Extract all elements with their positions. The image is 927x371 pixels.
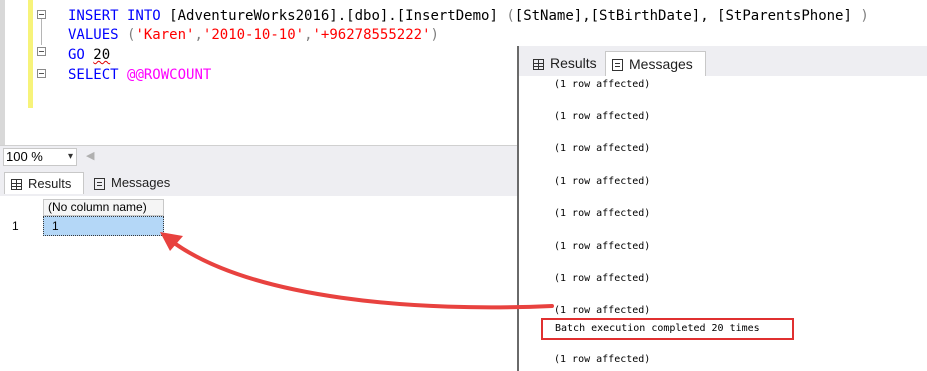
keyword: INSERT INTO xyxy=(68,8,161,24)
editor-margin xyxy=(0,0,5,145)
messages-tabstrip: Results Messages xyxy=(519,46,927,76)
message-line: (1 row affected) xyxy=(554,79,651,90)
comma: , xyxy=(304,27,313,43)
keyword: SELECT xyxy=(68,67,119,83)
message-line: (1 row affected) xyxy=(554,241,651,252)
system-function: @@ROWCOUNT xyxy=(127,67,212,83)
zoom-dropdown[interactable]: 100 % ▾ xyxy=(3,148,77,166)
change-tracking-bar xyxy=(28,0,33,108)
paren: ) xyxy=(860,8,869,24)
row-number[interactable]: 1 xyxy=(8,216,43,236)
tab-label: Results xyxy=(550,55,597,71)
string-literal: '2010-10-10' xyxy=(202,27,305,43)
messages-icon xyxy=(94,177,105,190)
code-line-go[interactable]: GO 20 xyxy=(68,46,110,64)
message-line: (1 row affected) xyxy=(554,305,651,316)
code-line-insert[interactable]: INSERT INTO [AdventureWorks2016].[dbo].[… xyxy=(68,7,869,25)
code-line-select[interactable]: SELECT @@ROWCOUNT xyxy=(68,66,211,84)
tab-messages[interactable]: Messages xyxy=(88,172,180,194)
messages-icon xyxy=(612,59,623,72)
tab-results[interactable]: Results xyxy=(4,172,84,194)
batch-message: Batch execution completed 20 times xyxy=(555,323,760,334)
message-line: (1 row affected) xyxy=(554,354,651,365)
keyword: VALUES xyxy=(68,27,119,43)
table-name: [AdventureWorks2016].[dbo].[InsertDemo] xyxy=(169,8,498,24)
code-line-values[interactable]: VALUES ('Karen','2010-10-10','+962785552… xyxy=(68,26,439,44)
string-literal: '+96278555222' xyxy=(312,27,431,43)
chevron-down-icon: ▾ xyxy=(67,151,73,162)
message-line: (1 row affected) xyxy=(554,111,651,122)
message-line: (1 row affected) xyxy=(554,273,651,284)
results-grid: (No column name) 1 1 xyxy=(8,199,168,239)
column-header[interactable]: (No column name) xyxy=(43,199,164,216)
batch-message-highlight: Batch execution completed 20 times xyxy=(541,318,794,340)
scroll-left-icon[interactable]: ◀ xyxy=(86,149,94,162)
grid-icon xyxy=(533,58,544,70)
keyword: GO xyxy=(68,47,85,63)
zoom-value: 100 % xyxy=(6,149,43,164)
messages-panel-overlay: Results Messages (1 row affected) (1 row… xyxy=(517,46,927,371)
tab-results[interactable]: Results xyxy=(527,51,605,76)
grid-icon xyxy=(11,179,22,191)
collapse-icon[interactable] xyxy=(37,10,46,19)
tab-label: Messages xyxy=(111,175,171,190)
paren: ( xyxy=(506,8,515,24)
message-line: (1 row affected) xyxy=(554,143,651,154)
comma: , xyxy=(194,27,203,43)
fold-guide xyxy=(41,19,42,45)
tab-label: Results xyxy=(28,176,72,191)
tab-messages[interactable]: Messages xyxy=(605,51,706,76)
message-line: (1 row affected) xyxy=(554,208,651,219)
column-list: [StName],[StBirthDate], [StParentsPhone] xyxy=(514,8,852,24)
tab-label: Messages xyxy=(629,56,693,72)
collapse-icon[interactable] xyxy=(37,69,46,78)
paren: ) xyxy=(430,27,439,43)
message-line: (1 row affected) xyxy=(554,176,651,187)
result-cell[interactable]: 1 xyxy=(43,216,164,236)
batch-count: 20 xyxy=(93,47,111,63)
string-literal: 'Karen' xyxy=(135,27,195,43)
collapse-icon[interactable] xyxy=(37,47,46,56)
